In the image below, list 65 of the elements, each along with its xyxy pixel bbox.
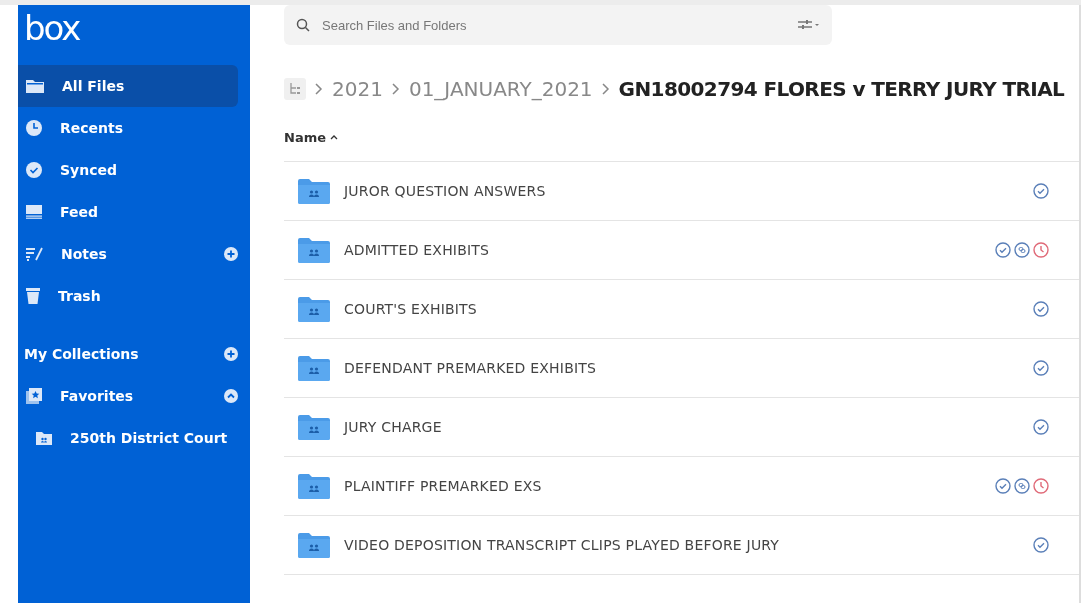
section-label: My Collections: [24, 346, 140, 362]
sidebar-item[interactable]: 250th District Court: [18, 417, 250, 459]
folder-row[interactable]: ADMITTED EXHIBITS: [284, 221, 1079, 280]
logo: box: [23, 9, 81, 50]
search-icon: [296, 18, 310, 32]
synced-icon: [1033, 301, 1049, 317]
folder-row[interactable]: COURT'S EXHIBITS: [284, 280, 1079, 339]
breadcrumb-link[interactable]: 01_JANUARY_2021: [408, 77, 593, 101]
sidebar-item[interactable]: Trash: [18, 275, 238, 317]
folder-name: COURT'S EXHIBITS: [344, 301, 478, 317]
synced-icon: [1033, 537, 1049, 553]
shared-folder-icon: [298, 473, 330, 499]
folder-name: VIDEO DEPOSITION TRANSCRIPT CLIPS PLAYED BEFORE JURY: [344, 537, 781, 553]
shared-folder-icon: [298, 237, 330, 263]
add-icon[interactable]: [224, 347, 238, 361]
clock-icon: [1033, 242, 1049, 258]
sidebar-item[interactable]: Notes: [18, 233, 238, 275]
clock-icon: [1033, 478, 1049, 494]
folder-name: PLAINTIFF PREMARKED EXS: [344, 478, 543, 494]
synced-icon: [995, 478, 1011, 494]
synced-icon: [1033, 419, 1049, 435]
link-icon: [1014, 242, 1030, 258]
sidebar-item[interactable]: Synced: [18, 149, 238, 191]
shared-folder-icon: [36, 431, 52, 445]
shared-folder-icon: [298, 414, 330, 440]
check-circle-icon: [26, 162, 42, 178]
folder-name: ADMITTED EXHIBITS: [344, 242, 491, 258]
shared-folder-icon: [298, 178, 330, 204]
clock-icon: [26, 120, 42, 136]
folder-tree-icon[interactable]: [284, 78, 306, 100]
shared-folder-icon: [298, 532, 330, 558]
folder-name: JUROR QUESTION ANSWERS: [344, 183, 547, 199]
folder-row[interactable]: JUROR QUESTION ANSWERS: [284, 162, 1079, 221]
feed-icon: [26, 205, 42, 219]
synced-icon: [995, 242, 1011, 258]
folder-row[interactable]: DEFENDANT PREMARKED EXHIBITS: [284, 339, 1079, 398]
sidebar-item[interactable]: Feed: [18, 191, 238, 233]
folder-row[interactable]: JURY CHARGE: [284, 398, 1079, 457]
sidebar-item[interactable]: Recents: [18, 107, 238, 149]
search-bar[interactable]: Search Files and Folders: [284, 5, 832, 45]
sidebar-item[interactable]: All Files: [18, 65, 238, 107]
chevron-icon: [390, 82, 401, 96]
folder-row[interactable]: PLAINTIFF PREMARKED EXS: [284, 457, 1079, 516]
breadcrumb-link[interactable]: GN18002794 FLORES v TERRY JURY TRIAL: [618, 77, 1065, 101]
synced-icon: [1033, 360, 1049, 376]
folder-row[interactable]: VIDEO DEPOSITION TRANSCRIPT CLIPS PLAYED BEFORE JURY: [284, 516, 1079, 575]
favorites-icon: [26, 388, 42, 404]
chevron-icon: [600, 82, 611, 96]
folder-name: JURY CHARGE: [344, 419, 443, 435]
add-icon[interactable]: [224, 247, 238, 261]
search-field[interactable]: Search Files and Folders: [320, 16, 788, 34]
collapse-icon[interactable]: [224, 389, 238, 403]
trash-icon: [26, 288, 40, 304]
synced-icon: [1033, 183, 1049, 199]
sidebar-item[interactable]: Favorites: [18, 375, 238, 417]
column-header[interactable]: Name: [284, 129, 338, 145]
breadcrumb-link[interactable]: 2021: [332, 77, 383, 101]
link-icon: [1014, 478, 1030, 494]
filter-icon[interactable]: [798, 20, 820, 30]
folder-icon: [26, 79, 44, 93]
shared-folder-icon: [298, 296, 330, 322]
shared-folder-icon: [298, 355, 330, 381]
notes-icon: [26, 247, 43, 261]
folder-name: DEFENDANT PREMARKED EXHIBITS: [344, 360, 598, 376]
chevron-icon: [314, 82, 324, 96]
